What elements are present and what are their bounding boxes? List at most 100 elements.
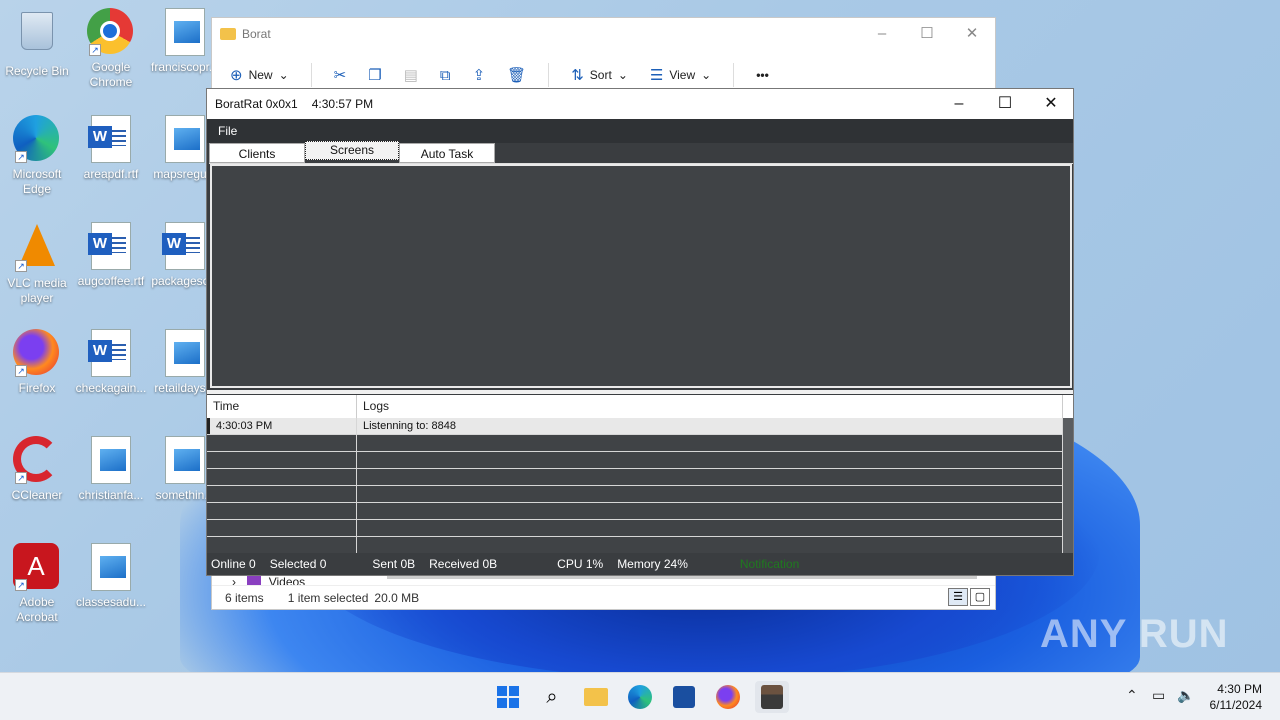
tab-clients[interactable]: Clients <box>209 143 305 163</box>
word-document-icon: W <box>88 115 131 163</box>
shortcut-arrow-icon: ↗ <box>15 579 27 591</box>
status-received: Received 0B <box>429 557 498 571</box>
log-row-empty <box>207 469 1073 486</box>
desktop-icon-firefox[interactable]: ↗ Firefox <box>0 329 74 396</box>
log-header: Time Logs <box>207 395 1073 418</box>
image-file-icon <box>165 436 205 484</box>
explorer-status-bar: 6 items 1 item selected 20.0 MB <box>212 585 995 609</box>
log-message: Listenning to: 8848 <box>357 418 1063 434</box>
recycle-bin-icon <box>13 12 61 60</box>
volume-icon[interactable]: 🔈 <box>1177 687 1194 704</box>
cut-button[interactable]: ✂ <box>334 66 347 84</box>
acrobat-icon: A ↗ <box>13 543 61 591</box>
details-view-button[interactable]: ☰ <box>948 588 968 606</box>
chevron-down-icon: ⌄ <box>701 68 712 82</box>
minimize-button[interactable]: – <box>936 89 982 119</box>
shortcut-arrow-icon: ↗ <box>89 44 101 56</box>
view-lines-icon: ☰ <box>649 67 664 84</box>
taskbar-firefox[interactable] <box>711 681 745 713</box>
sort-button[interactable]: ⇅ Sort ⌄ <box>571 66 628 84</box>
close-button[interactable]: ✕ <box>949 24 995 44</box>
log-row-empty <box>207 486 1073 503</box>
show-hidden-icons-button[interactable]: ⌃ <box>1126 687 1138 704</box>
network-icon[interactable]: ▭ <box>1152 687 1165 704</box>
tab-screens[interactable]: Screens <box>305 141 399 160</box>
scissors-icon: ✂ <box>333 67 347 84</box>
log-scrollbar[interactable] <box>1063 418 1073 554</box>
desktop-icon-label: Adobe Acrobat <box>16 595 58 624</box>
menu-bar: File <box>207 119 1073 143</box>
close-button[interactable]: ✕ <box>1028 89 1074 119</box>
copy-button[interactable]: ❐ <box>368 66 381 84</box>
desktop-icon-vlc[interactable]: ↗ VLC media player <box>0 222 74 306</box>
tiles-view-button[interactable]: ▢ <box>970 588 990 606</box>
folder-icon <box>584 688 608 706</box>
ccleaner-icon: ↗ <box>13 436 61 484</box>
minimize-button[interactable]: – <box>859 24 905 44</box>
taskbar-boratrat[interactable] <box>755 681 789 713</box>
desktop-icon-areapdf[interactable]: W areapdf.rtf <box>74 115 148 182</box>
image-file-icon <box>165 8 205 56</box>
paste-button[interactable]: ▤ <box>404 66 418 84</box>
status-notification[interactable]: Notification <box>740 557 799 571</box>
taskbar-edge[interactable] <box>623 681 657 713</box>
view-button[interactable]: ☰ View ⌄ <box>650 66 711 84</box>
taskbar-clock[interactable]: 4:30 PM 6/11/2024 <box>1210 681 1263 713</box>
desktop-icon-microsoft-edge[interactable]: ↗ Microsoft Edge <box>0 115 74 197</box>
log-row-empty <box>207 435 1073 452</box>
boratrat-window[interactable]: BoratRat 0x0x1 4:30:57 PM – ☐ ✕ File Cli… <box>206 88 1074 576</box>
log-row-empty <box>207 520 1073 537</box>
copy-icon: ❐ <box>368 67 382 84</box>
search-button[interactable]: ⌕ <box>535 681 569 713</box>
log-list[interactable]: 4:30:03 PM Listenning to: 8848 <box>207 418 1073 554</box>
desktop-icon-christianfa[interactable]: christianfa... <box>74 436 148 503</box>
log-row[interactable]: 4:30:03 PM Listenning to: 8848 <box>207 418 1073 435</box>
desktop-icon-adobe-acrobat[interactable]: A ↗ Adobe Acrobat <box>0 543 74 625</box>
column-header-time[interactable]: Time <box>207 395 357 418</box>
firefox-icon: ↗ <box>13 329 61 377</box>
status-sent: Sent 0B <box>372 557 416 571</box>
desktop-icon-label: checkagain... <box>75 381 147 395</box>
screens-panel[interactable] <box>210 164 1072 388</box>
clock-time: 4:30 PM <box>1217 682 1262 696</box>
share-button[interactable]: ⇪ <box>473 66 486 84</box>
anyrun-watermark: ANY RUN <box>1040 612 1229 656</box>
maximize-button[interactable]: ☐ <box>982 89 1028 119</box>
vlc-cone-icon: ↗ <box>13 224 61 272</box>
sort-icon: ⇅ <box>571 67 584 84</box>
edge-icon: ↗ <box>13 115 61 163</box>
status-size: 20.0 MB <box>374 590 420 605</box>
status-selected: Selected 0 <box>269 557 327 571</box>
tab-auto-task[interactable]: Auto Task <box>399 143 495 163</box>
desktop-icon-checkagain[interactable]: W checkagain... <box>74 329 148 396</box>
desktop-icon-label: VLC media player <box>7 276 67 305</box>
windows-logo-icon <box>497 686 519 708</box>
taskbar-file-explorer[interactable] <box>579 681 613 713</box>
start-button[interactable] <box>491 681 525 713</box>
more-dots-icon: ••• <box>756 68 769 82</box>
store-icon <box>673 686 695 708</box>
new-button[interactable]: ⊕ New ⌄ <box>230 66 289 84</box>
maximize-button[interactable]: ☐ <box>904 24 950 44</box>
delete-button[interactable]: 🗑 <box>507 66 526 84</box>
rename-button[interactable]: ⧉ <box>440 67 451 84</box>
rat-status-bar: Online 0 Selected 0 Sent 0B Received 0B … <box>207 553 1073 575</box>
word-document-icon: W <box>162 222 205 270</box>
desktop-icon-ccleaner[interactable]: ↗ CCleaner <box>0 436 74 503</box>
shortcut-arrow-icon: ↗ <box>15 365 27 377</box>
taskbar-store[interactable] <box>667 681 701 713</box>
desktop-icon-google-chrome[interactable]: ↗ Google Chrome <box>74 8 148 90</box>
rename-icon: ⧉ <box>439 66 451 84</box>
splitter[interactable] <box>207 390 1073 394</box>
clock-date: 6/11/2024 <box>1209 698 1263 712</box>
desktop-icon-classesadu[interactable]: classesadu... <box>74 543 148 610</box>
desktop-icon-augcoffee[interactable]: W augcoffee.rtf <box>74 222 148 289</box>
desktop-icon-label: areapdf.rtf <box>83 167 139 181</box>
desktop-icon-label: augcoffee.rtf <box>77 274 145 288</box>
menu-file[interactable]: File <box>218 124 237 138</box>
desktop-icon-recycle-bin[interactable]: Recycle Bin <box>0 8 74 79</box>
firefox-icon <box>716 685 740 709</box>
edge-icon <box>628 685 652 709</box>
column-header-logs[interactable]: Logs <box>357 395 1063 418</box>
more-options-button[interactable]: ••• <box>756 68 769 82</box>
